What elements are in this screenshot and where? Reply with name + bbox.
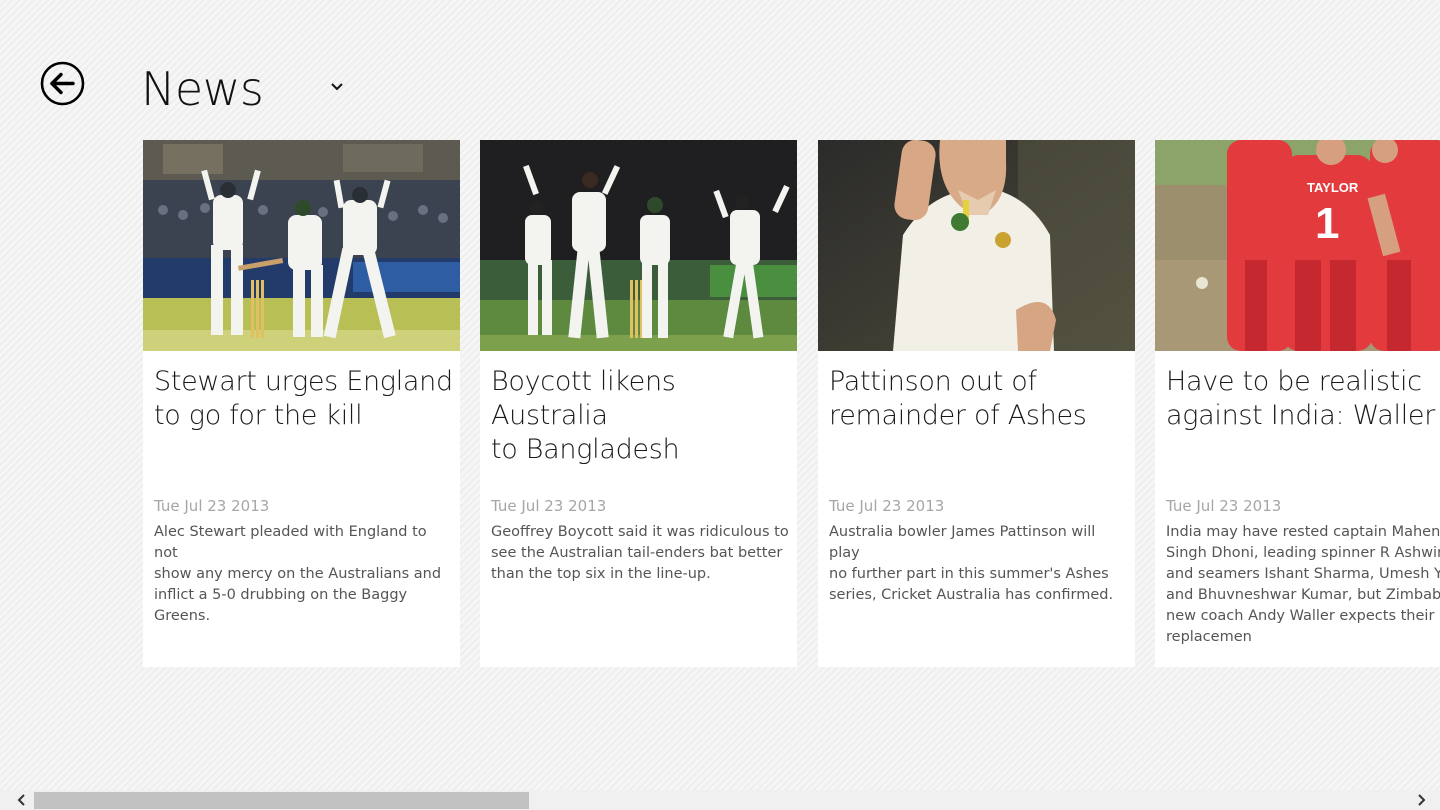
arrow-left-circle-icon [40, 61, 85, 106]
news-card-title: Have to be realistic against India: Wall… [1166, 366, 1436, 431]
news-card-summary: Geoffrey Boycott said it was ridiculous … [491, 524, 789, 582]
chevron-down-icon [331, 83, 343, 91]
news-card[interactable]: Stewart urges England to go for the kill… [143, 140, 460, 667]
news-card-title: Pattinson out of remainder of Ashes [829, 366, 1087, 431]
news-card-summary: Alec Stewart pleaded with England to not… [154, 524, 442, 624]
news-card-title: Stewart urges England to go for the kill [154, 366, 453, 431]
jersey-name: TAYLOR [1307, 180, 1359, 195]
chevron-right-icon [1418, 794, 1426, 806]
jersey-number: 1 [1315, 199, 1339, 248]
news-card[interactable]: Boycott likens Australia to Bangladesh T… [480, 140, 797, 667]
news-card-image [480, 140, 797, 351]
news-card-image [143, 140, 460, 351]
news-card-date: Tue Jul 23 2013 [154, 497, 270, 515]
news-list: Stewart urges England to go for the kill… [143, 140, 1440, 668]
scroll-left-button[interactable] [0, 790, 34, 810]
news-card[interactable]: Pattinson out of remainder of Ashes Tue … [818, 140, 1135, 667]
news-card[interactable]: TAYLOR 1 Have to be realistic against In… [1155, 140, 1440, 667]
news-card-image: TAYLOR 1 [1155, 140, 1440, 351]
news-card-date: Tue Jul 23 2013 [1166, 497, 1282, 515]
news-card-title: Boycott likens Australia to Bangladesh [491, 366, 680, 465]
page-title: News [141, 62, 264, 116]
horizontal-scrollbar[interactable] [0, 790, 1440, 810]
news-card-image [818, 140, 1135, 351]
back-button[interactable] [40, 61, 85, 106]
news-card-summary: Australia bowler James Pattinson will pl… [829, 524, 1114, 603]
news-card-summary: India may have rested captain Mahendra S… [1166, 524, 1440, 645]
scroll-thumb[interactable] [34, 792, 529, 809]
chevron-left-icon [17, 794, 25, 806]
news-card-date: Tue Jul 23 2013 [829, 497, 945, 515]
section-dropdown[interactable] [326, 77, 348, 97]
news-card-date: Tue Jul 23 2013 [491, 497, 607, 515]
scroll-right-button[interactable] [1406, 790, 1440, 810]
